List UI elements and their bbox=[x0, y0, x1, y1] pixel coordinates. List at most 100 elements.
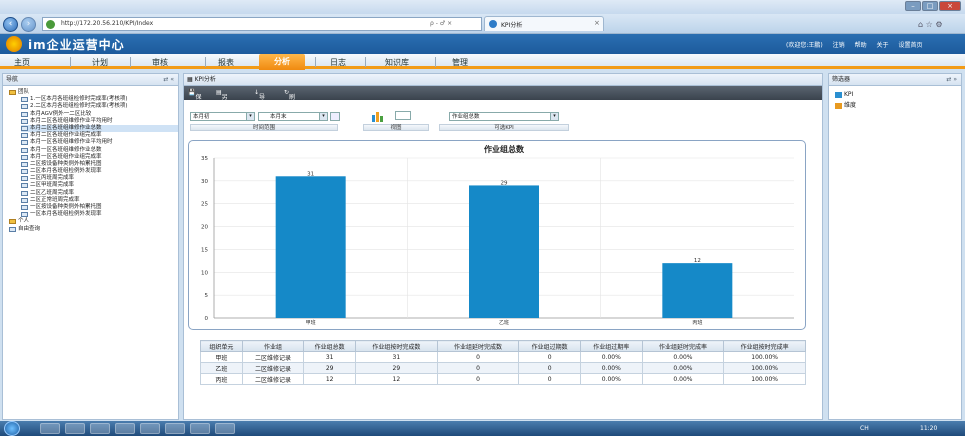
tree-item[interactable]: 二区按设备种类例外帕累托图 bbox=[21, 161, 178, 168]
taskbar-app-icon[interactable] bbox=[140, 423, 160, 434]
system-tray[interactable]: CH bbox=[860, 425, 869, 432]
y-tick-label: 25 bbox=[201, 202, 208, 208]
report-icon bbox=[21, 205, 28, 210]
dimension-folder-icon bbox=[835, 102, 842, 109]
menu-item-review[interactable]: 审核 bbox=[152, 57, 168, 68]
save-as-button[interactable]: ▤ 另存为 bbox=[216, 89, 228, 119]
taskbar-app-icon[interactable] bbox=[190, 423, 210, 434]
url-input[interactable]: http://172.20.56.210/KPI/Index bbox=[42, 17, 482, 31]
logout-link[interactable]: 注销 bbox=[833, 42, 845, 49]
y-tick-label: 5 bbox=[205, 293, 209, 299]
start-button[interactable] bbox=[4, 421, 20, 436]
bar-chart: 作业组总数 0 5 10 15 20 25 30 35 31 甲班 29 乙班 12 丙班 bbox=[201, 144, 794, 326]
help-link[interactable]: 帮助 bbox=[855, 42, 867, 49]
export-button[interactable]: ↓ 导出 bbox=[254, 89, 265, 110]
start-select[interactable]: 本月初 ▾ bbox=[190, 112, 255, 121]
back-button[interactable]: ‹ bbox=[3, 17, 18, 32]
tree-item-label: 2.二区本月各班组检修时完成率(考核项) bbox=[30, 103, 128, 110]
column-header[interactable]: 作业组过期率 bbox=[579, 340, 643, 352]
column-header[interactable]: 作业组延时完成数 bbox=[436, 340, 520, 352]
navigation-panel: 导航 ⇄ « 团队 1.一区本月各班组检修时完成率(考核项) 2.二区本月各班组检修… bbox=[2, 73, 179, 420]
tree-item[interactable]: 本月一区各班组维修作业总数 bbox=[21, 147, 178, 154]
menu-item-knowledge[interactable]: 知识库 bbox=[385, 57, 409, 68]
tree-item-label: 本月一区各班组维修作业平均用时 bbox=[30, 139, 113, 146]
save-button[interactable]: 💾 保存 bbox=[188, 89, 202, 110]
report-icon bbox=[21, 125, 28, 131]
taskbar-app-icon[interactable] bbox=[90, 423, 110, 434]
minimize-button[interactable]: – bbox=[905, 1, 921, 11]
collapse-icon[interactable]: ⇄ « bbox=[163, 74, 174, 86]
column-header[interactable]: 作业组 bbox=[241, 340, 305, 352]
kpi-select[interactable]: 作业组总数 ▾ bbox=[449, 112, 559, 121]
chevron-down-icon: ▾ bbox=[246, 113, 254, 120]
expand-icon[interactable]: ⇄ » bbox=[946, 74, 957, 86]
tree-item[interactable]: 二区正常班周完成率 bbox=[21, 197, 178, 204]
set-home-link[interactable]: 设置首页 bbox=[898, 42, 922, 49]
menu-item-analysis[interactable]: 分析 bbox=[259, 54, 305, 70]
tree-item-label: 本月二区各班组维修作业总数 bbox=[30, 124, 102, 131]
site-icon bbox=[46, 20, 55, 29]
tree-item[interactable]: 二区甲班周完成率 bbox=[21, 182, 178, 189]
tree-item[interactable]: 本月二区各班组维修作业平均用时 bbox=[21, 118, 178, 125]
filter-title: 筛选器 bbox=[832, 76, 851, 83]
tree-item-label: 本月二区各班组作业组完成率 bbox=[30, 132, 102, 139]
taskbar-app-icon[interactable] bbox=[40, 423, 60, 434]
column-header[interactable]: 作业组过期数 bbox=[518, 340, 581, 352]
tab-close-icon[interactable]: × bbox=[594, 19, 600, 27]
view-caption: 视图 bbox=[363, 124, 429, 131]
tree-item[interactable]: 自由查询 bbox=[9, 226, 178, 233]
tree-item-label: 本月一区各班组作业组完成率 bbox=[30, 153, 102, 160]
taskbar-app-icon[interactable] bbox=[165, 423, 185, 434]
table-view-icon[interactable] bbox=[395, 111, 411, 120]
column-header[interactable]: 作业组总数 bbox=[303, 340, 356, 352]
filter-item-kpi[interactable]: KPI bbox=[835, 91, 853, 98]
home-star-gear-icons[interactable]: ⌂ ☆ ⚙ bbox=[918, 20, 943, 29]
column-header[interactable]: 作业组按时完成数 bbox=[355, 340, 438, 352]
tree-item[interactable]: 本月一区各班组维修作业平均用时 bbox=[21, 139, 178, 146]
browser-tab[interactable]: KPI分析 bbox=[484, 16, 604, 31]
refresh-button[interactable]: ↻ 刷新 bbox=[284, 89, 295, 110]
tab-icon bbox=[489, 20, 497, 28]
tree-item[interactable]: 一区本月各班组检例外发现率 bbox=[21, 211, 178, 218]
tree-item-label: 1.一区本月各班组检修时完成率(考核项) bbox=[30, 96, 128, 103]
close-button[interactable]: × bbox=[939, 1, 961, 11]
tree-item-label: 二区正常班周完成率 bbox=[30, 196, 80, 203]
tab-title: KPI分析 bbox=[501, 22, 523, 29]
menu-item-log[interactable]: 日志 bbox=[330, 57, 346, 68]
taskbar-app-icon[interactable] bbox=[215, 423, 235, 434]
tree-item[interactable]: 个人 bbox=[9, 218, 178, 225]
menu-item-reports[interactable]: 报表 bbox=[218, 57, 234, 68]
menu-item-home[interactable]: 主页 bbox=[14, 57, 30, 68]
calendar-icon[interactable] bbox=[330, 112, 340, 121]
maximize-button[interactable]: □ bbox=[922, 1, 938, 11]
table-cell: 0 bbox=[436, 362, 520, 374]
taskbar-app-icon[interactable] bbox=[65, 423, 85, 434]
forward-button[interactable]: › bbox=[21, 17, 36, 32]
menu-item-plan[interactable]: 计划 bbox=[92, 57, 108, 68]
about-link[interactable]: 关于 bbox=[877, 42, 889, 49]
column-header[interactable]: 作业组延时完成率 bbox=[641, 340, 725, 352]
table-cell: 29 bbox=[303, 362, 356, 374]
tree-item[interactable]: 本月AGV例外一二区比较 bbox=[21, 111, 178, 118]
y-tick-label: 0 bbox=[205, 316, 209, 322]
table-row: 甲班 二区维修记录 31 31 0 0 0.00% 0.00% 100.00% bbox=[200, 351, 806, 363]
tree-item[interactable]: 本月一区各班组作业组完成率 bbox=[21, 154, 178, 161]
bar-value-label: 12 bbox=[694, 258, 701, 264]
table-cell: 0 bbox=[436, 373, 520, 385]
tree-item[interactable]: 二区乙班周完成率 bbox=[21, 190, 178, 197]
bar-chart-icon[interactable] bbox=[370, 110, 388, 122]
tree-item[interactable]: 2.二区本月各班组检修时完成率(考核项) bbox=[21, 103, 178, 110]
tree-item-label: 个人 bbox=[18, 218, 30, 225]
taskbar-app-icon[interactable] bbox=[115, 423, 135, 434]
end-select[interactable]: 本月末 ▾ bbox=[258, 112, 328, 121]
table-cell: 二区维修记录 bbox=[241, 351, 305, 363]
column-header[interactable]: 组织单元 bbox=[200, 340, 243, 352]
filter-item-dimension[interactable]: 维度 bbox=[835, 100, 856, 109]
url-tools[interactable]: ρ - ♂ × bbox=[430, 20, 452, 27]
table-cell: 0 bbox=[518, 362, 581, 374]
column-header[interactable]: 作业组按时完成率 bbox=[723, 340, 806, 352]
tree-item-label: 二区甲班周完成率 bbox=[30, 182, 75, 189]
browser-titlebar bbox=[0, 0, 965, 14]
menu-item-admin[interactable]: 管理 bbox=[452, 57, 468, 68]
bar bbox=[662, 263, 733, 318]
